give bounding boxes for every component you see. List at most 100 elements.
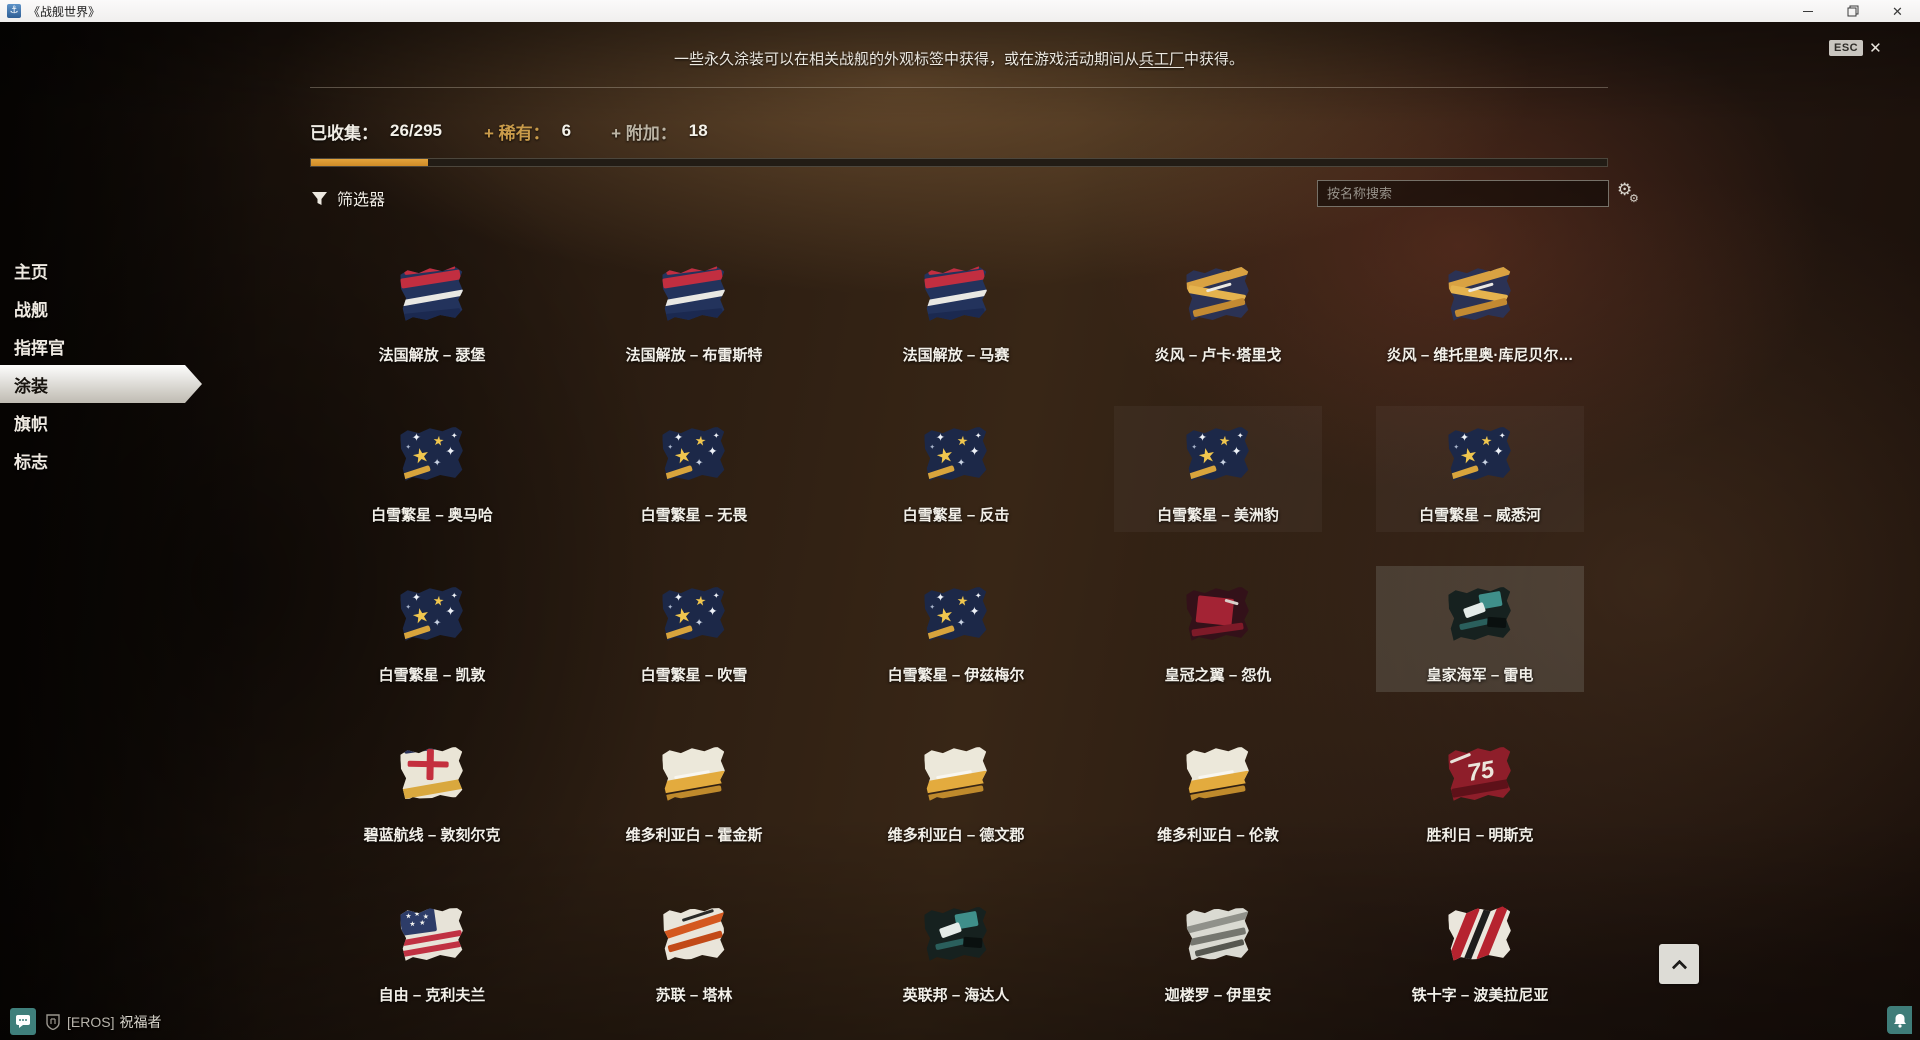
tile-mark-glyph: ✦ xyxy=(929,604,935,611)
armory-link[interactable]: 兵工厂 xyxy=(1139,51,1184,68)
camo-name: 白雪繁星 – 吹雪 xyxy=(641,667,748,684)
collection-progress-fill xyxy=(311,159,428,166)
camo-name: 法国解放 – 布雷斯特 xyxy=(626,347,763,364)
camo-item[interactable]: 铁十字 – 波美拉尼亚 xyxy=(1376,886,1584,1012)
camo-tile: ★★✦✦✦✦✦ xyxy=(400,585,464,643)
tile-mark-glyph: ✦ xyxy=(969,605,979,617)
scroll-to-top-button[interactable] xyxy=(1659,944,1699,984)
camo-name: 白雪繁星 – 反击 xyxy=(903,507,1010,524)
camo-item[interactable]: 维多利亚白 – 霍金斯 xyxy=(590,726,798,852)
notice-text-after: 中获得。 xyxy=(1184,51,1244,68)
filters-toggle[interactable]: 筛选器 xyxy=(311,185,385,211)
tile-mark-glyph: ★ xyxy=(672,605,694,628)
camo-item[interactable]: ★★✦✦✦✦✦白雪繁星 – 反击 xyxy=(852,406,1060,532)
camo-item[interactable]: ★★★★★自由 – 克利夫兰 xyxy=(328,886,536,1012)
restore-button[interactable] xyxy=(1830,0,1875,22)
camo-name: 白雪繁星 – 伊兹梅尔 xyxy=(888,667,1025,684)
game-stage: 一些永久涂装可以在相关战舰的外观标签中获得，或在游戏活动期间从兵工厂中获得。 E… xyxy=(0,22,1920,1040)
sidebar-item-commanders[interactable]: 指挥官 xyxy=(0,327,210,365)
tile-mark-glyph: ✦ xyxy=(674,433,684,444)
camo-name: 白雪繁星 – 奥马哈 xyxy=(371,507,493,524)
tile-mark-glyph: ✦ xyxy=(695,459,704,469)
close-window-button[interactable]: ✕ xyxy=(1875,0,1920,22)
sidebar-item-ships[interactable]: 战舰 xyxy=(0,289,210,327)
rare-value: 6 xyxy=(562,121,571,141)
player-name-text: [EROS]祝福者 xyxy=(67,1012,161,1032)
camo-item[interactable]: 法国解放 – 马赛 xyxy=(852,246,1060,372)
camo-item[interactable]: 皇冠之翼 – 怨仇 xyxy=(1114,566,1322,692)
camo-name: 碧蓝航线 – 敦刻尔克 xyxy=(364,827,501,845)
tile-mark-glyph: ✦ xyxy=(451,432,458,440)
search-input[interactable] xyxy=(1317,180,1609,207)
camo-tile xyxy=(1186,745,1250,803)
tile-mark-glyph: ★ xyxy=(432,433,445,447)
camo-item[interactable]: ★★✦✦✦✦✦白雪繁星 – 奥马哈 xyxy=(328,406,536,532)
sidebar-item-flags[interactable]: 旗帜 xyxy=(0,403,210,441)
camo-name: 英联邦 – 海达人 xyxy=(903,987,1010,1004)
tile-mark-glyph: ✦ xyxy=(707,445,717,457)
camo-item[interactable]: 英联邦 – 海达人 xyxy=(852,886,1060,1012)
camo-tile: ★★✦✦✦✦✦ xyxy=(1186,425,1250,483)
header-divider xyxy=(310,87,1608,88)
tile-mark-glyph: ★ xyxy=(410,445,432,468)
camo-item[interactable]: 维多利亚白 – 德文郡 xyxy=(852,726,1060,852)
camo-name: 胜利日 – 明斯克 xyxy=(1427,827,1534,844)
window-title: 《战舰世界》 xyxy=(28,3,100,20)
camo-item[interactable]: 迦楼罗 – 伊里安 xyxy=(1114,886,1322,1012)
tile-mark-glyph: ★ xyxy=(432,593,445,607)
chat-button[interactable] xyxy=(10,1008,36,1035)
camo-tile xyxy=(924,745,988,803)
notifications-button[interactable] xyxy=(1887,1006,1912,1034)
search-settings-button[interactable]: ⚙ ⚙ xyxy=(1616,180,1644,208)
minimize-button[interactable] xyxy=(1785,0,1830,22)
tile-mark-glyph: ✦ xyxy=(412,433,422,444)
camo-item[interactable]: 75 胜利日 – 明斯克 xyxy=(1376,726,1584,852)
camo-item[interactable]: ★★✦✦✦✦✦白雪繁星 – 凯敦 xyxy=(328,566,536,692)
camo-item[interactable]: 碧蓝航线 – 敦刻尔克 xyxy=(328,726,536,852)
camouflage-grid: 法国解放 – 瑟堡法国解放 – 布雷斯特 法国解放 – 马赛 炎风 – 卢卡·塔里戈… xyxy=(328,246,1638,1036)
camo-name: 迦楼罗 – 伊里安 xyxy=(1165,987,1272,1004)
tile-mark-glyph: ✦ xyxy=(412,593,422,604)
tile-mark-glyph: ✦ xyxy=(1453,444,1459,451)
camo-item[interactable]: 皇家海军 – 雷电 xyxy=(1376,566,1584,692)
camo-item[interactable]: 法国解放 – 布雷斯特 xyxy=(590,246,798,372)
sidebar-item-insignia[interactable]: 标志 xyxy=(0,441,210,479)
gear-small-icon: ⚙ xyxy=(1629,192,1639,205)
camo-item[interactable]: 苏联 – 塔林 xyxy=(590,886,798,1012)
camo-item[interactable]: 法国解放 – 瑟堡 xyxy=(328,246,536,372)
tile-mark-glyph: ✦ xyxy=(445,445,455,457)
camo-tile xyxy=(662,265,726,323)
tile-mark-glyph: ✦ xyxy=(1231,445,1241,457)
tile-mark-glyph: ✦ xyxy=(667,444,673,451)
tile-mark-glyph: ✦ xyxy=(1481,459,1490,469)
sidebar-item-camouflages[interactable]: 涂装 xyxy=(0,365,202,403)
tile-mark-glyph: ✦ xyxy=(975,592,982,600)
tile-mark-glyph: ✦ xyxy=(667,604,673,611)
tile-mark-glyph: 75 xyxy=(1466,758,1496,786)
camo-item[interactable]: ★★✦✦✦✦✦白雪繁星 – 美洲豹 xyxy=(1114,406,1322,532)
collected-value: 26/295 xyxy=(390,121,442,141)
player-info[interactable]: [EROS]祝福者 xyxy=(46,1012,161,1032)
camo-tile xyxy=(662,745,726,803)
camo-item[interactable]: ★★✦✦✦✦✦白雪繁星 – 伊兹梅尔 xyxy=(852,566,1060,692)
tile-mark-glyph: ✦ xyxy=(929,444,935,451)
filters-label: 筛选器 xyxy=(337,186,385,210)
tile-mark-glyph: ✦ xyxy=(405,604,411,611)
tile-mark-glyph: ✦ xyxy=(433,619,442,629)
camo-item[interactable]: 维多利亚白 – 伦敦 xyxy=(1114,726,1322,852)
tile-mark-glyph: ✦ xyxy=(936,593,946,604)
camo-item[interactable]: ★★✦✦✦✦✦白雪繁星 – 无畏 xyxy=(590,406,798,532)
sidebar-item-home[interactable]: 主页 xyxy=(0,251,210,289)
rare-label: + 稀有： xyxy=(484,119,550,144)
chat-bubble-icon xyxy=(15,1014,31,1029)
camo-item[interactable]: 炎风 – 卢卡·塔里戈 xyxy=(1114,246,1322,372)
camo-item[interactable]: 炎风 – 维托里奥·库尼贝尔… xyxy=(1376,246,1584,372)
close-screen-icon[interactable]: ✕ xyxy=(1869,41,1882,56)
camo-item[interactable]: ★★✦✦✦✦✦白雪繁星 – 威悉河 xyxy=(1376,406,1584,532)
camo-name: 白雪繁星 – 凯敦 xyxy=(379,667,486,684)
camo-name: 法国解放 – 马赛 xyxy=(903,347,1010,364)
camo-tile xyxy=(1448,905,1512,963)
minimize-icon xyxy=(1803,11,1813,12)
tile-mark-glyph: ★ xyxy=(956,433,969,447)
camo-item[interactable]: ★★✦✦✦✦✦白雪繁星 – 吹雪 xyxy=(590,566,798,692)
